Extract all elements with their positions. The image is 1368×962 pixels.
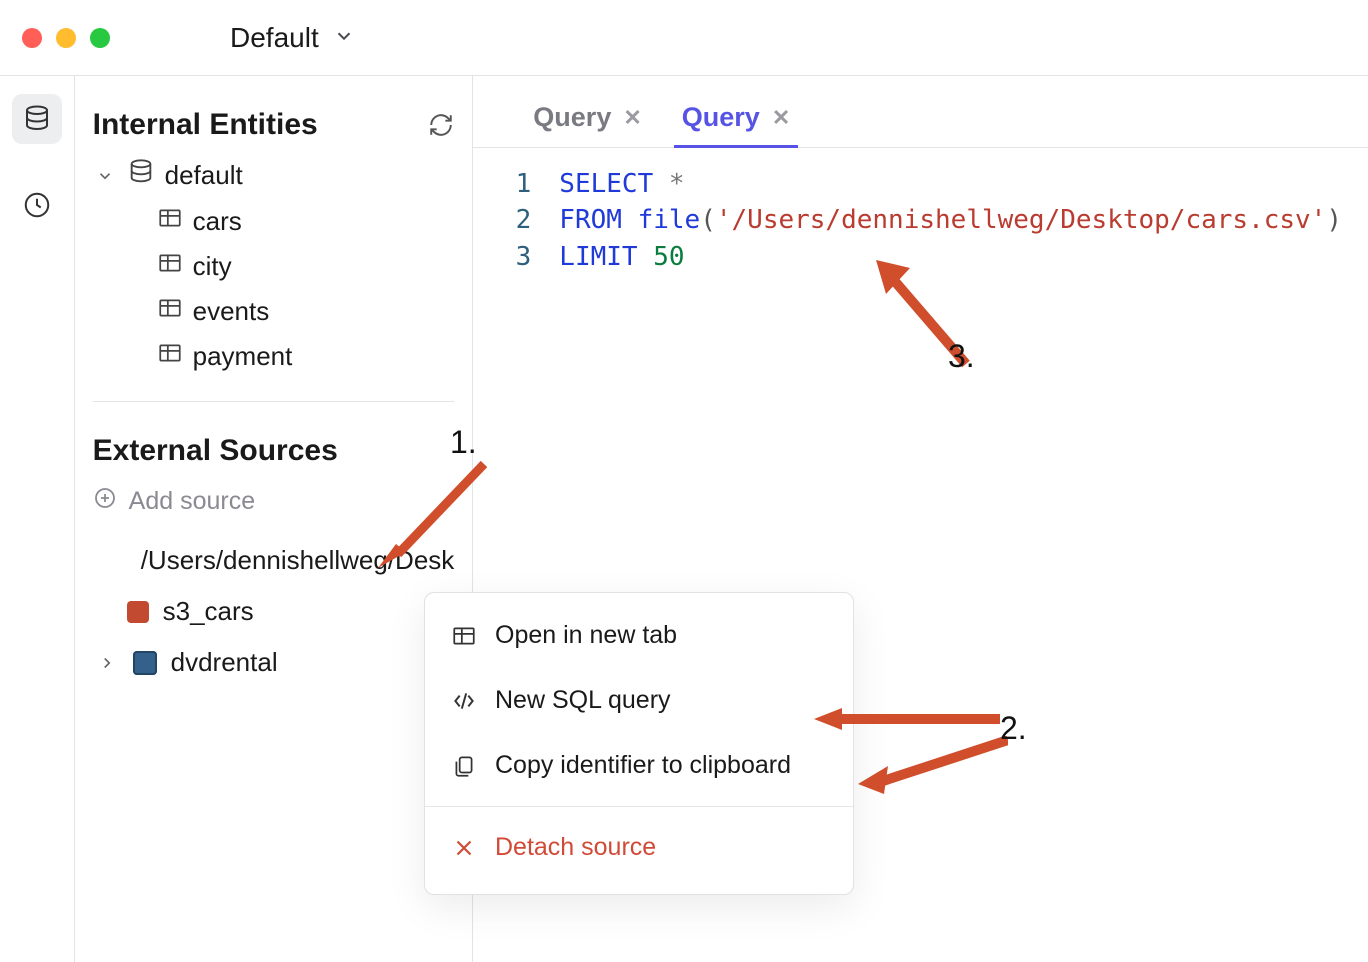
titlebar: Default [0, 0, 1368, 76]
source-label: /Users/dennishellweg/Desk [141, 545, 455, 576]
table-item-events[interactable]: events [93, 289, 455, 334]
source-item-postgres[interactable]: dvdrental [93, 637, 455, 688]
source-item-file[interactable]: /Users/dennishellweg/Desk [93, 535, 455, 586]
table-icon [157, 250, 183, 283]
table-label: payment [193, 341, 293, 372]
minimize-window-button[interactable] [56, 28, 76, 48]
source-label: dvdrental [171, 647, 278, 678]
menu-label: New SQL query [495, 686, 671, 715]
tab-label: Query [533, 102, 611, 133]
table-icon [157, 295, 183, 328]
code-editor[interactable]: 1 SELECT * 2 FROM file('/Users/dennishel… [473, 148, 1368, 293]
table-item-cars[interactable]: cars [93, 199, 455, 244]
table-icon [157, 340, 183, 373]
menu-label: Open in new tab [495, 621, 677, 650]
database-icon [127, 158, 155, 193]
menu-new-sql-query[interactable]: New SQL query [425, 668, 853, 733]
traffic-lights [22, 28, 110, 48]
chevron-down-icon [93, 167, 117, 185]
nav-history[interactable] [12, 180, 62, 230]
nav-databases[interactable] [12, 94, 62, 144]
annotation-label-1: 1. [450, 424, 477, 461]
menu-detach-source[interactable]: Detach source [425, 815, 853, 880]
table-label: events [193, 296, 270, 327]
table-label: city [193, 251, 232, 282]
table-icon [157, 205, 183, 238]
table-label: cars [193, 206, 242, 237]
db-label: default [165, 160, 243, 191]
external-sources-title: External Sources [93, 434, 338, 468]
annotation-label-3: 3. [948, 338, 975, 375]
chevron-right-icon [95, 654, 119, 672]
menu-open-in-new-tab[interactable]: Open in new tab [425, 603, 853, 668]
maximize-window-button[interactable] [90, 28, 110, 48]
menu-separator [425, 806, 853, 807]
sidebar: Internal Entities [75, 76, 474, 962]
close-icon[interactable]: ✕ [623, 105, 641, 131]
chevron-down-icon [333, 22, 355, 54]
annotation-label-2: 2. [1000, 710, 1027, 747]
tab-query-1[interactable]: Query ✕ [529, 94, 645, 147]
tab-query-2[interactable]: Query ✕ [678, 94, 794, 147]
internal-entities-title: Internal Entities [93, 108, 318, 142]
source-item-s3[interactable]: s3_cars [93, 586, 455, 637]
nav-rail [0, 76, 75, 962]
project-dropdown[interactable]: Default [230, 22, 355, 54]
menu-label: Copy identifier to clipboard [495, 751, 791, 780]
code-line-3: LIMIT 50 [559, 239, 684, 275]
s3-icon [127, 601, 149, 623]
menu-label: Detach source [495, 833, 656, 862]
table-item-payment[interactable]: payment [93, 334, 455, 379]
postgres-icon [133, 651, 157, 675]
context-menu: Open in new tab New SQL query Copy ident… [424, 592, 854, 895]
add-source-label: Add source [129, 487, 255, 516]
source-label: s3_cars [163, 596, 254, 627]
code-line-2: FROM file('/Users/dennishellweg/Desktop/… [559, 202, 1342, 238]
refresh-button[interactable] [428, 112, 454, 138]
gutter: 3 [499, 239, 559, 275]
gutter: 2 [499, 202, 559, 238]
gutter: 1 [499, 166, 559, 202]
tab-bar: Query ✕ Query ✕ [473, 76, 1368, 148]
menu-copy-identifier[interactable]: Copy identifier to clipboard [425, 733, 853, 798]
add-source-button[interactable]: Add source [93, 478, 455, 535]
close-icon[interactable]: ✕ [772, 105, 790, 131]
tab-label: Query [682, 102, 760, 133]
project-name: Default [230, 22, 319, 54]
plus-circle-icon [93, 486, 117, 517]
db-tree-item-default[interactable]: default [93, 152, 455, 199]
table-item-city[interactable]: city [93, 244, 455, 289]
code-line-1: SELECT * [559, 166, 684, 202]
close-window-button[interactable] [22, 28, 42, 48]
